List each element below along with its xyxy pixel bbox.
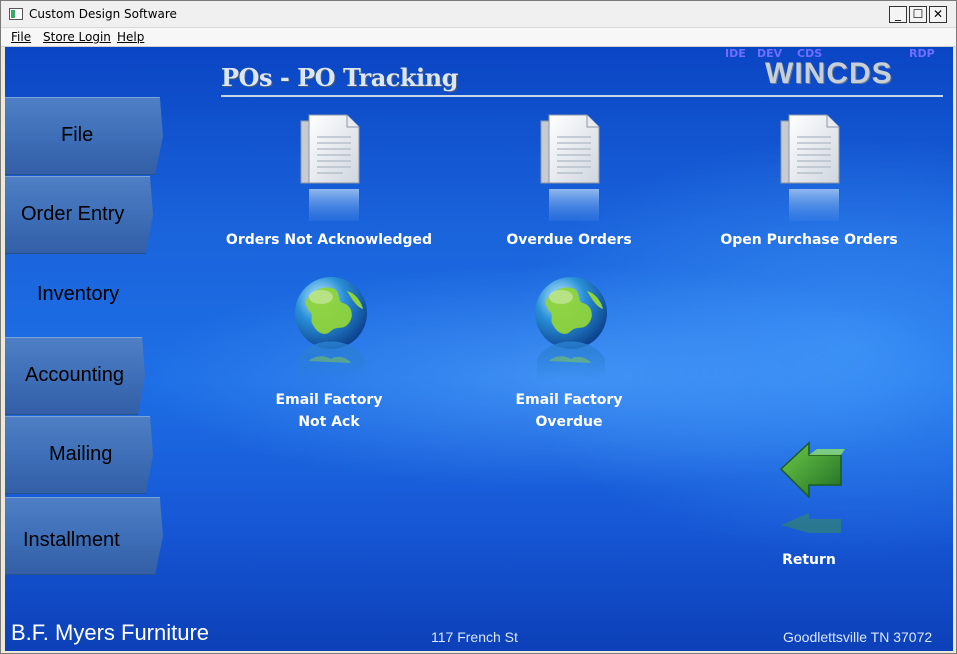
globe-icon [295,277,367,381]
tile-label-line2: Overdue [535,414,603,430]
page-title: POs - PO Tracking [221,63,458,92]
store-name: B.F. Myers Furniture [11,620,210,645]
tile-label: Overdue Orders [506,232,632,248]
menu-store-login[interactable]: Store Login [43,30,111,44]
document-icon [540,114,600,221]
title-bar: Custom Design Software _ ☐ ✕ [1,1,956,28]
tile-label-line1: Email Factory [275,392,383,408]
sidebar-item-inventory[interactable]: Inventory [5,257,163,335]
tile-label: Orders Not Acknowledged [225,232,433,248]
globe-icon [535,277,607,381]
close-button[interactable]: ✕ [929,6,947,23]
back-arrow-icon [779,441,845,533]
menu-bar: File Store Login Help [1,28,956,47]
sidebar-item-label: Inventory [37,283,120,305]
app-window: Custom Design Software _ ☐ ✕ File Store … [0,0,957,654]
header-divider [221,95,943,97]
menu-help[interactable]: Help [117,30,144,44]
sidebar-item-file[interactable]: File [5,97,163,175]
rdp-tag: RDP [909,47,935,60]
document-icon [300,114,360,221]
return-label: Return [782,552,836,568]
tile-label-line2: Not Ack [298,414,360,430]
store-city: Goodlettsville TN 37072 [783,629,933,645]
wincds-logo: WINCDS [765,57,893,90]
sidebar-item-label: Accounting [25,364,124,386]
sidebar-item-order-entry[interactable]: Order Entry [5,176,153,254]
sidebar-item-installment[interactable]: Installment [5,497,163,575]
tile-label: Open Purchase Orders [720,232,898,248]
sidebar-item-label: Mailing [49,443,113,465]
sidebar-item-label: Order Entry [21,203,125,225]
sidebar-item-label: File [61,124,94,146]
sidebar-item-mailing[interactable]: Mailing [5,416,153,494]
main-panel: POs - PO Tracking IDE DEV CDS RDP WINCDS… [5,47,953,651]
tile-label-line1: Email Factory [515,392,623,408]
app-icon [9,8,23,20]
sidebar-item-accounting[interactable]: Accounting [5,337,145,415]
menu-file[interactable]: File [11,30,31,44]
window-title: Custom Design Software [29,7,177,21]
ide-tag: IDE [725,47,746,60]
store-address: 117 French St [431,629,518,645]
maximize-button[interactable]: ☐ [909,6,927,23]
document-icon [780,114,840,221]
minimize-button[interactable]: _ [889,6,907,23]
sidebar-item-label: Installment [23,529,120,551]
